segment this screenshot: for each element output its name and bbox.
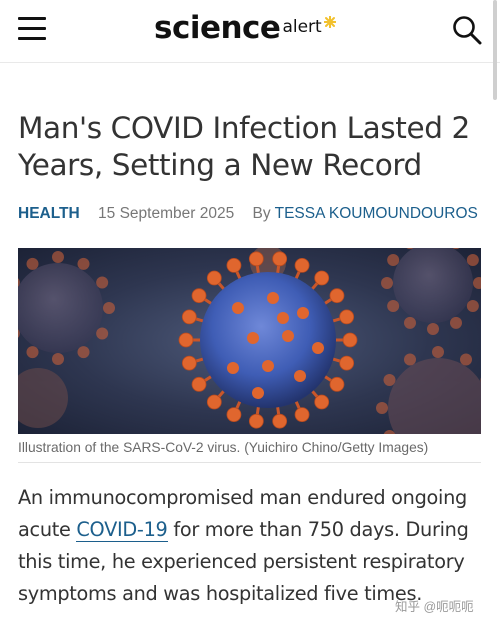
- byline-prefix: By: [252, 205, 271, 222]
- category-link[interactable]: HEALTH: [18, 205, 80, 222]
- virus-illustration: [18, 248, 481, 434]
- scrollbar[interactable]: [493, 0, 497, 100]
- search-icon[interactable]: [452, 15, 482, 45]
- author-link[interactable]: TESSA KOUMOUNDOUROS: [275, 205, 478, 222]
- image-caption: Illustration of the SARS-CoV-2 virus. (Y…: [18, 440, 429, 455]
- site-logo[interactable]: science alert: [154, 6, 336, 50]
- publish-date: 15 September 2025: [98, 205, 235, 222]
- hero-image: [18, 248, 481, 434]
- watermark: 知乎 @呃呃呃: [395, 600, 474, 614]
- article-title: Man's COVID Infection Lasted 2 Years, Se…: [18, 111, 470, 182]
- covid19-link[interactable]: COVID-19: [76, 518, 168, 542]
- logo-science-text: science: [154, 10, 281, 46]
- logo-alert-text: alert: [282, 17, 322, 37]
- site-header: science alert: [0, 0, 500, 63]
- article-meta: HEALTH 15 September 2025 By TESSA KOUMOU…: [18, 205, 488, 223]
- hamburger-menu-icon[interactable]: [18, 17, 46, 41]
- article-lead-paragraph: An immunocompromised man endured ongoing…: [18, 482, 488, 610]
- spark-icon: [323, 16, 336, 28]
- caption-divider: [18, 462, 481, 463]
